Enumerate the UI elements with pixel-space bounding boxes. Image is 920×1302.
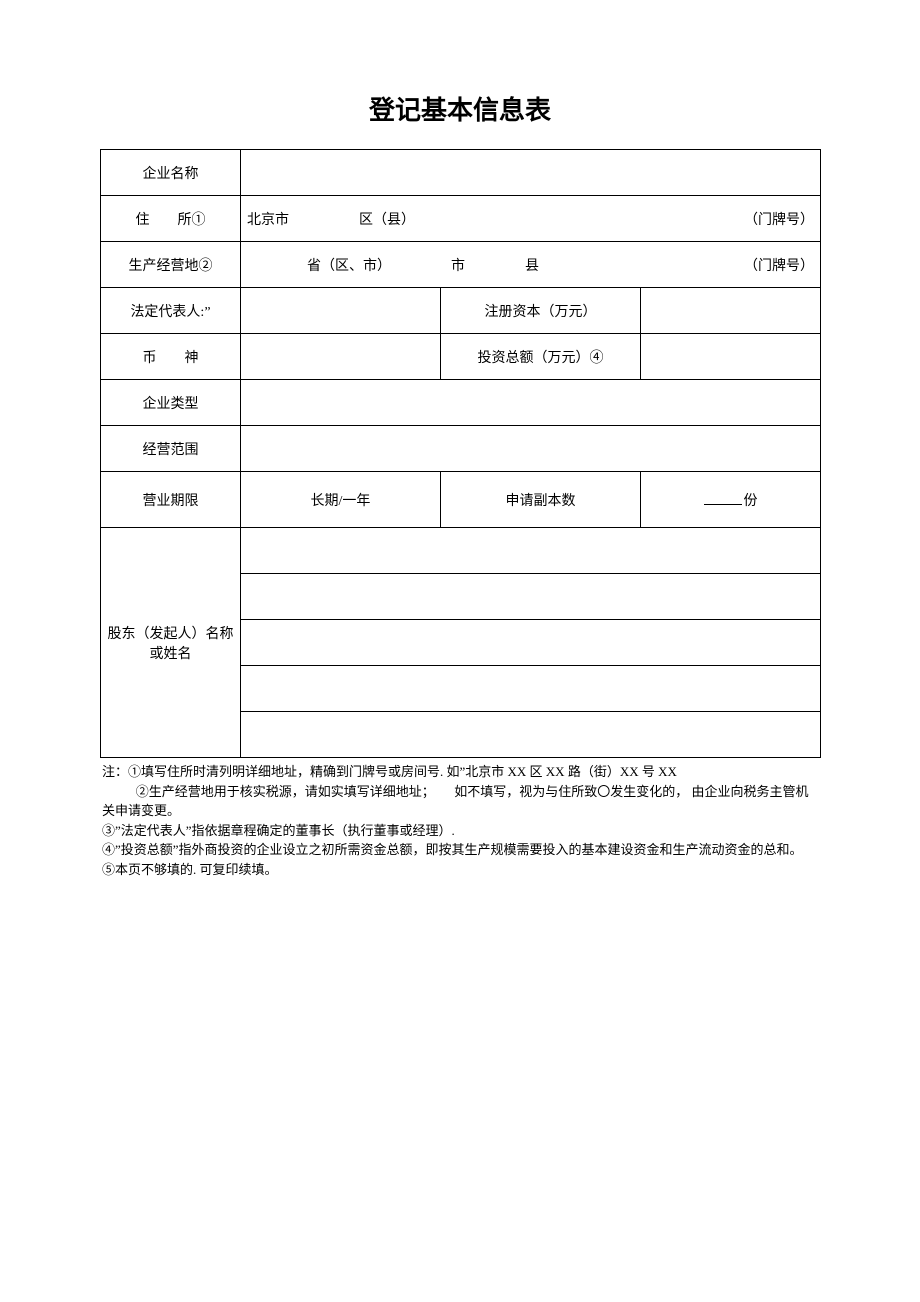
field-shareholder-1[interactable]: [241, 528, 821, 574]
field-biz-scope[interactable]: [241, 426, 821, 472]
row-shareholder-1: 股东（发起人）名称或姓名: [101, 528, 821, 574]
field-currency[interactable]: [241, 334, 441, 380]
label-shareholders: 股东（发起人）名称或姓名: [101, 528, 241, 758]
field-shareholder-2[interactable]: [241, 574, 821, 620]
notes-section: 注：①填写住所时清列明详细地址，精确到门牌号或房间号. 如”北京市 XX 区 X…: [100, 762, 820, 879]
page-title: 登记基本信息表: [100, 90, 820, 127]
label-legal-rep: 法定代表人:”: [101, 288, 241, 334]
field-legal-rep[interactable]: [241, 288, 441, 334]
prod-city-label: 市: [451, 255, 465, 275]
address-prefix: 北京市: [247, 209, 289, 229]
row-legal-rep: 法定代表人:” 注册资本（万元）: [101, 288, 821, 334]
note-2: ②生产经营地用于核实税源，请如实填写详细地址； 如不填写，视为与住所致〇发生变化…: [102, 782, 818, 821]
field-production-place[interactable]: 省（区、市） 市 县 （门牌号）: [241, 242, 821, 288]
row-currency: 币 神 投资总额（万元）④: [101, 334, 821, 380]
label-total-invest: 投资总额（万元）④: [441, 334, 641, 380]
row-production-place: 生产经营地② 省（区、市） 市 县 （门牌号）: [101, 242, 821, 288]
label-biz-scope: 经营范围: [101, 426, 241, 472]
row-address: 住 所① 北京市 区（县） （门牌号）: [101, 196, 821, 242]
copies-blank-line: [704, 491, 742, 505]
note-5: ⑤本页不够填的. 可复印续填。: [102, 860, 818, 880]
label-copy-count: 申请副本数: [441, 472, 641, 528]
prod-county-label: 县: [525, 255, 539, 275]
label-biz-term: 营业期限: [101, 472, 241, 528]
note-4: ④”投资总额”指外商投资的企业设立之初所需资金总额，即按其生产规模需要投入的基本…: [102, 840, 818, 860]
label-currency: 币 神: [101, 334, 241, 380]
prod-province-label: 省（区、市）: [307, 255, 391, 275]
registration-form-table: 企业名称 住 所① 北京市 区（县） （门牌号） 生产经营地② 省（区、市） 市…: [100, 149, 821, 758]
field-shareholder-4[interactable]: [241, 666, 821, 712]
address-suffix: （门牌号）: [744, 209, 814, 229]
label-company-name: 企业名称: [101, 150, 241, 196]
address-district-label: 区（县）: [359, 209, 415, 229]
field-company-type[interactable]: [241, 380, 821, 426]
field-shareholder-5[interactable]: [241, 712, 821, 758]
field-shareholder-3[interactable]: [241, 620, 821, 666]
note-1: 注：①填写住所时清列明详细地址，精确到门牌号或房间号. 如”北京市 XX 区 X…: [102, 762, 818, 782]
row-biz-scope: 经营范围: [101, 426, 821, 472]
note-3: ③”法定代表人”指依据章程确定的董事长（执行董事或经理）.: [102, 821, 818, 841]
label-production-place: 生产经营地②: [101, 242, 241, 288]
label-company-type: 企业类型: [101, 380, 241, 426]
copies-unit: 份: [744, 494, 758, 509]
row-biz-term: 营业期限 长期/一年 申请副本数 份: [101, 472, 821, 528]
label-address: 住 所①: [101, 196, 241, 242]
field-copy-count[interactable]: 份: [641, 472, 821, 528]
field-biz-term[interactable]: 长期/一年: [241, 472, 441, 528]
prod-suffix: （门牌号）: [744, 255, 814, 275]
row-company-name: 企业名称: [101, 150, 821, 196]
label-reg-capital: 注册资本（万元）: [441, 288, 641, 334]
field-address[interactable]: 北京市 区（县） （门牌号）: [241, 196, 821, 242]
field-company-name[interactable]: [241, 150, 821, 196]
field-total-invest[interactable]: [641, 334, 821, 380]
row-company-type: 企业类型: [101, 380, 821, 426]
field-reg-capital[interactable]: [641, 288, 821, 334]
